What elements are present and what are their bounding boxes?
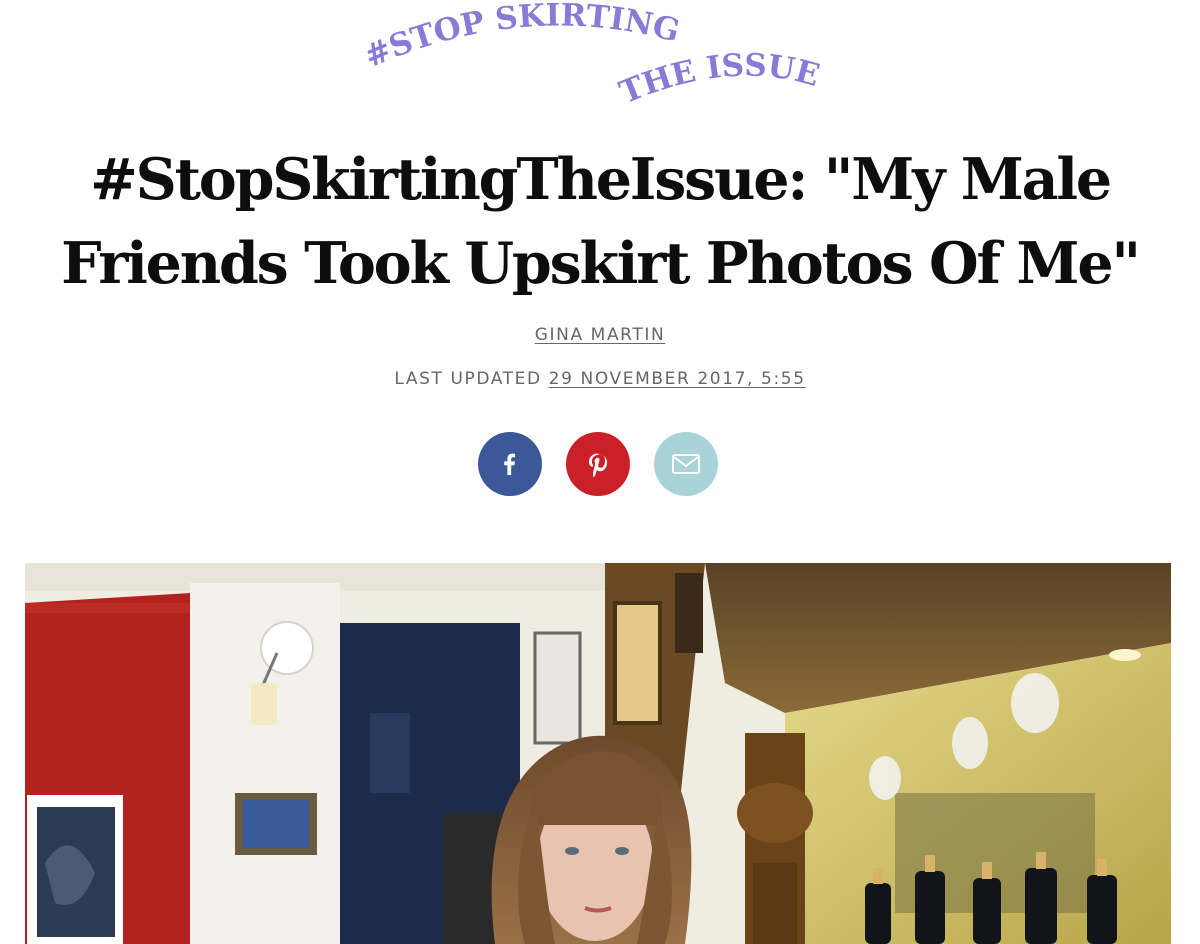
email-share-button[interactable]	[654, 432, 718, 496]
last-updated: LAST UPDATED 29 NOVEMBER 2017, 5:55	[0, 369, 1200, 389]
facebook-icon	[504, 453, 516, 475]
last-updated-date[interactable]: 29 NOVEMBER 2017, 5:55	[549, 369, 806, 389]
facebook-share-button[interactable]	[478, 432, 542, 496]
hero-photo	[25, 563, 1171, 944]
hero-image	[25, 563, 1171, 944]
campaign-logo[interactable]: #STOP SKIRTING THE ISSUE	[359, 0, 840, 116]
campaign-logo-graphic: #STOP SKIRTING THE ISSUE	[359, 0, 824, 111]
article-title: #StopSkirtingTheIssue: "My Male Friends …	[61, 146, 1141, 297]
author-link[interactable]: GINA MARTIN	[535, 325, 666, 345]
mail-icon	[672, 454, 700, 474]
pinterest-icon	[589, 453, 608, 477]
pinterest-share-button[interactable]	[566, 432, 630, 496]
byline: GINA MARTIN	[0, 325, 1200, 345]
campaign-logo-line2: THE ISSUE	[615, 47, 824, 111]
last-updated-label: LAST UPDATED	[394, 369, 542, 389]
campaign-logo-line1: #STOP SKIRTING	[359, 0, 683, 75]
share-buttons	[478, 432, 718, 496]
